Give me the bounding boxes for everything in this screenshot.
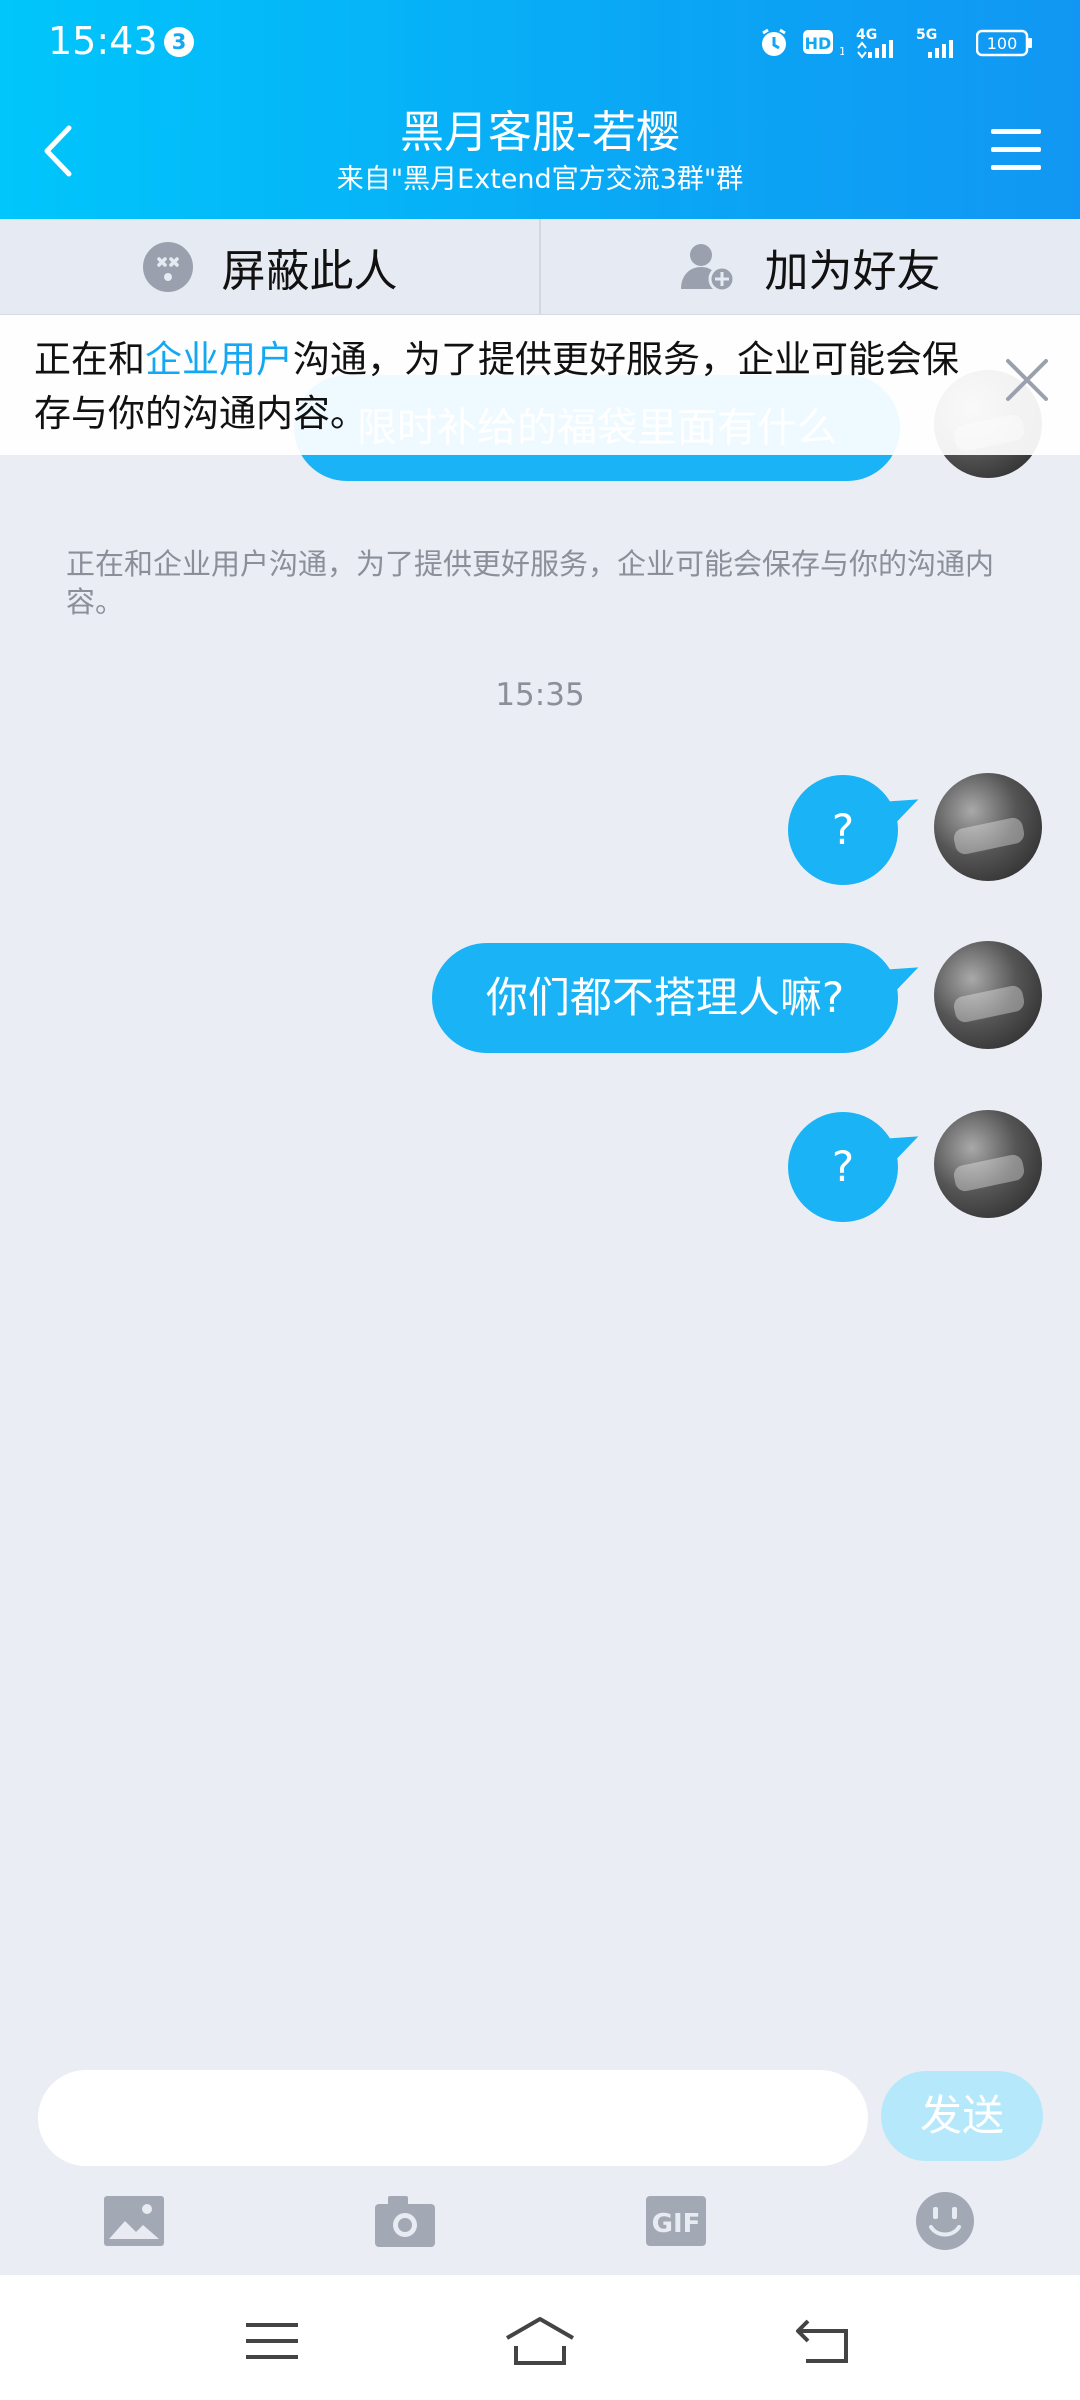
avatar[interactable] — [934, 1110, 1042, 1218]
svg-text:4G: 4G — [856, 27, 877, 43]
notification-badge: 3 — [164, 27, 194, 57]
message-bubble[interactable]: ? — [788, 1112, 925, 1222]
nav-home-button[interactable] — [500, 2313, 580, 2369]
message-text: 你们都不搭理人嘛? — [485, 973, 845, 1022]
emoji-icon — [916, 2192, 974, 2250]
hd-icon: HD 1 — [802, 27, 844, 59]
avatar[interactable] — [934, 773, 1042, 881]
back-arrow-icon — [796, 2319, 848, 2363]
action-bar: 屏蔽此人 加为好友 — [0, 219, 1080, 315]
add-friend-icon — [680, 241, 737, 293]
gif-button[interactable]: GIF — [644, 2191, 708, 2251]
message-bubble[interactable]: ? — [788, 775, 925, 885]
image-icon — [104, 2196, 164, 2246]
message-input[interactable] — [38, 2070, 868, 2166]
enterprise-notice-banner: 正在和企业用户沟通，为了提供更好服务，企业可能会保存与你的沟通内容。 — [0, 315, 1080, 455]
nav-menu-button[interactable] — [232, 2313, 312, 2369]
camera-icon — [375, 2196, 435, 2247]
svg-text:1: 1 — [839, 45, 844, 58]
add-friend-label: 加为好友 — [764, 245, 941, 297]
send-button[interactable]: 发送 — [881, 2071, 1043, 2161]
svg-text:HD: HD — [805, 34, 832, 53]
message-bubble[interactable]: 你们都不搭理人嘛? — [432, 943, 925, 1053]
status-icons: HD 1 4G 5G 100 — [758, 24, 1034, 62]
signal-4g-icon: 4G — [856, 26, 904, 60]
alarm-icon — [758, 27, 790, 59]
camera-button[interactable] — [373, 2191, 437, 2251]
chat-subtitle: 来自"黑月Extend官方交流3群"群 — [336, 164, 744, 195]
home-icon — [506, 2317, 574, 2365]
header: 15:43 3 HD 1 4G 5G 100 黑月客服-若樱 来自"黑月Exten… — [0, 0, 1080, 219]
gif-icon: GIF — [646, 2196, 706, 2246]
signal-5g-icon: 5G — [916, 26, 964, 60]
bubble-tail — [879, 1123, 925, 1165]
input-area: 发送 GIF — [0, 2065, 1080, 2275]
block-icon — [142, 241, 194, 293]
add-friend-button[interactable]: 加为好友 — [539, 219, 1080, 314]
menu-button[interactable] — [986, 120, 1046, 180]
close-notice-button[interactable] — [1004, 357, 1050, 403]
status-time: 15:43 — [48, 19, 158, 63]
message-text: ? — [831, 1142, 855, 1191]
title-bar: 黑月客服-若樱 来自"黑月Extend官方交流3群"群 — [0, 82, 1080, 219]
svg-text:5G: 5G — [916, 27, 937, 43]
avatar[interactable] — [934, 941, 1042, 1049]
block-user-button[interactable]: 屏蔽此人 — [0, 219, 539, 314]
system-nav-bar — [0, 2275, 1080, 2400]
chat-area[interactable]: 限时补给的福袋里面有什么 正在和企业用户沟通，为了提供更好服务，企业可能会保存与… — [0, 315, 1080, 2065]
status-bar: 15:43 3 HD 1 4G 5G 100 — [0, 0, 1080, 82]
bubble-tail — [879, 954, 925, 996]
block-user-label: 屏蔽此人 — [221, 245, 398, 297]
svg-text:100: 100 — [987, 34, 1018, 53]
image-button[interactable] — [102, 2191, 166, 2251]
hamburger-icon — [991, 129, 1041, 170]
menu-icon — [246, 2323, 298, 2359]
nav-back-button[interactable] — [783, 2313, 863, 2369]
notice-prefix: 正在和 — [34, 338, 145, 381]
svg-text:GIF: GIF — [652, 2209, 701, 2239]
close-icon — [1006, 359, 1048, 401]
battery-icon: 100 — [976, 28, 1034, 58]
enterprise-user-link[interactable]: 企业用户 — [145, 338, 293, 381]
emoji-button[interactable] — [913, 2191, 977, 2251]
system-notice-text: 正在和企业用户沟通，为了提供更好服务，企业可能会保存与你的沟通内容。 — [66, 547, 995, 619]
message-timestamp: 15:35 — [495, 677, 585, 713]
message-text: ? — [831, 805, 855, 854]
bubble-tail — [879, 786, 925, 828]
chat-title: 黑月客服-若樱 — [400, 107, 680, 158]
